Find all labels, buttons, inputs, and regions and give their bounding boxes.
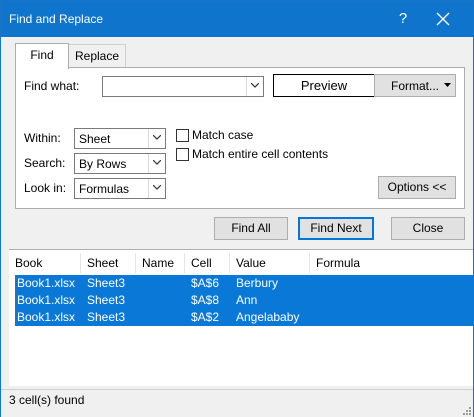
format-button[interactable]: Format...	[374, 74, 456, 97]
lookin-value: Formulas	[79, 182, 130, 196]
column-header-formula[interactable]: Formula	[310, 253, 473, 273]
find-what-label: Find what:	[24, 79, 80, 93]
column-header-name[interactable]: Name	[136, 253, 185, 273]
result-value: Angelababy	[236, 310, 300, 324]
tab-find[interactable]: Find	[15, 43, 69, 69]
close-icon	[436, 12, 450, 26]
lookin-select[interactable]: Formulas	[74, 178, 166, 199]
help-button[interactable]: ?	[385, 5, 421, 33]
result-cell: $A$2	[191, 310, 220, 324]
lookin-label: Look in:	[24, 181, 67, 195]
find-what-input[interactable]	[102, 76, 264, 97]
result-value: Berbury	[236, 276, 279, 290]
match-entire-label[interactable]: Match entire cell contents	[192, 147, 328, 161]
match-case-label[interactable]: Match case	[192, 128, 253, 142]
match-case-checkbox[interactable]	[176, 129, 189, 142]
find-all-button[interactable]: Find All	[214, 217, 288, 240]
title-bar[interactable]: Find and Replace ?	[1, 1, 473, 37]
search-value: By Rows	[79, 157, 127, 171]
column-header-sheet[interactable]: Sheet	[81, 253, 136, 273]
resize-grip-icon[interactable]	[461, 405, 471, 415]
result-cell: $A$6	[191, 276, 220, 290]
result-row[interactable]: Book1.xlsx Sheet3 $A$2 Angelababy	[15, 309, 474, 326]
format-button-label: Format...	[391, 79, 440, 93]
status-bar: 3 cell(s) found	[1, 389, 473, 417]
result-sheet: Sheet3	[87, 310, 126, 324]
find-panel: Find what: Preview Format... Within: She…	[15, 67, 465, 209]
result-row[interactable]: Book1.xlsx Sheet3 $A$8 Ann	[15, 292, 474, 309]
chevron-down-icon	[251, 83, 259, 88]
result-cell: $A$8	[191, 293, 220, 307]
tab-find-label: Find	[30, 48, 54, 62]
match-entire-checkbox[interactable]	[176, 148, 189, 161]
dropdown-arrow-icon[interactable]	[444, 83, 451, 87]
within-select[interactable]: Sheet	[74, 128, 166, 149]
result-value: Ann	[236, 293, 258, 307]
find-what-dropdown-button[interactable]	[246, 77, 263, 96]
close-button[interactable]: Close	[391, 217, 465, 240]
result-sheet: Sheet3	[87, 276, 126, 290]
find-replace-dialog: Find and Replace ? Find Replace Find wha…	[0, 0, 474, 417]
result-book: Book1.xlsx	[17, 276, 76, 290]
chevron-down-icon	[153, 135, 161, 140]
within-value: Sheet	[79, 132, 111, 146]
column-header-cell[interactable]: Cell	[185, 253, 230, 273]
result-sheet: Sheet3	[87, 293, 126, 307]
chevron-down-icon	[153, 160, 161, 165]
search-dropdown-button[interactable]	[148, 154, 165, 173]
column-header-book[interactable]: Book	[9, 253, 81, 273]
tab-replace[interactable]: Replace	[68, 44, 126, 68]
search-label: Search:	[24, 156, 66, 170]
chevron-down-icon	[153, 185, 161, 190]
preview-button[interactable]: Preview	[273, 74, 375, 97]
search-select[interactable]: By Rows	[74, 153, 166, 174]
result-book: Book1.xlsx	[17, 310, 76, 324]
options-button[interactable]: Options <<	[378, 176, 456, 199]
within-label: Within:	[24, 131, 61, 145]
column-header-value[interactable]: Value	[230, 253, 310, 273]
result-book: Book1.xlsx	[17, 293, 76, 307]
lookin-dropdown-button[interactable]	[148, 179, 165, 198]
results-list[interactable]: Book Sheet Name Cell Value Formula Book1…	[9, 249, 474, 386]
within-dropdown-button[interactable]	[148, 129, 165, 148]
window-title: Find and Replace	[9, 12, 104, 26]
close-window-button[interactable]	[425, 5, 461, 33]
status-text: 3 cell(s) found	[9, 393, 85, 407]
tab-replace-label: Replace	[74, 49, 120, 63]
result-row[interactable]: Book1.xlsx Sheet3 $A$6 Berbury	[15, 275, 474, 292]
find-next-button[interactable]: Find Next	[298, 217, 374, 240]
